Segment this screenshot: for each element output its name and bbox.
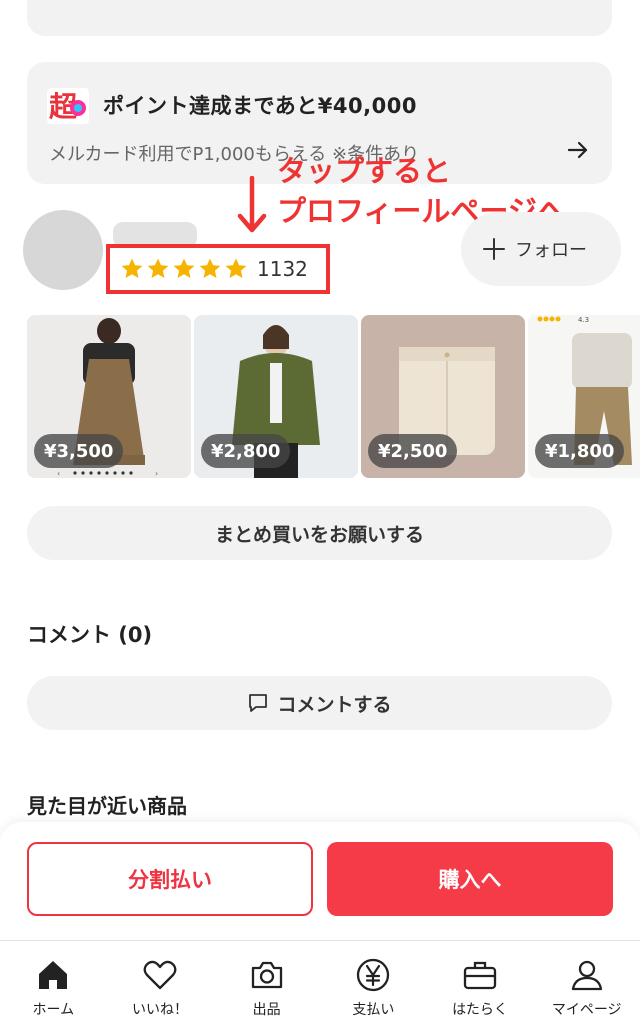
item-thumbnail[interactable]: ¥2,500 — [361, 315, 525, 478]
points-promo-title: ポイント達成まであと¥40,000 — [103, 94, 417, 118]
item-price-badge: ¥2,500 — [368, 434, 458, 468]
svg-text:‹: ‹ — [57, 469, 60, 478]
tab-payment[interactable]: 支払い — [320, 941, 427, 1027]
briefcase-icon — [463, 961, 497, 990]
seller-rating-stars — [120, 257, 248, 281]
follow-button[interactable]: フォロー — [461, 212, 621, 286]
item-thumbnail[interactable]: ‹ › ¥3,500 — [27, 315, 191, 478]
arrow-right-icon — [567, 141, 588, 159]
thumb-rating-text: 4.3 — [578, 316, 589, 324]
split-payment-button[interactable]: 分割払い — [27, 842, 313, 916]
add-comment-label: コメントする — [277, 693, 392, 716]
star-icon — [225, 258, 247, 278]
seller-rating-count: 1132 — [257, 257, 308, 281]
svg-text:›: › — [155, 469, 158, 478]
similar-items-heading: 見た目が近い商品 — [27, 794, 187, 818]
comments-heading: コメント (0) — [27, 623, 153, 647]
star-icon — [147, 258, 169, 278]
bottom-tab-bar: ホーム いいね！ 出品 支払い はたらく マイページ — [0, 940, 640, 1027]
super-campaign-logo: 超 — [47, 88, 89, 124]
bulk-request-button[interactable]: まとめ買いをお願いする — [27, 506, 612, 560]
heart-icon — [143, 960, 177, 990]
tab-label: マイページ — [551, 1002, 622, 1018]
tab-label: 支払い — [352, 1002, 395, 1018]
seller-avatar[interactable] — [23, 210, 103, 290]
item-thumbnail[interactable]: ¥2,800 — [194, 315, 358, 478]
tab-label: ホーム — [32, 1002, 75, 1018]
camera-icon — [251, 961, 282, 989]
annotation-arrow-icon — [237, 176, 267, 233]
yen-icon — [357, 958, 390, 992]
annotation-line-1: タップすると — [277, 154, 452, 188]
previous-section-pill[interactable] — [27, 0, 612, 36]
tab-label: いいね！ — [132, 1002, 188, 1018]
home-icon — [39, 961, 68, 989]
purchase-action-bar: 分割払い 購入へ — [0, 822, 640, 940]
item-price-badge: ¥1,800 — [535, 434, 625, 468]
star-icon — [121, 258, 143, 278]
tab-work[interactable]: はたらく — [427, 941, 534, 1027]
seller-items-carousel[interactable]: ‹ › ¥3,500 ¥2,800 ¥2,500 4.3 ¥1,800 — [27, 315, 640, 480]
star-icon — [173, 258, 195, 278]
item-price-badge: ¥3,500 — [34, 434, 124, 468]
tab-label: はたらく — [452, 1002, 508, 1018]
comment-icon — [249, 694, 268, 712]
follow-label: フォロー — [515, 240, 587, 261]
plus-icon — [483, 238, 505, 260]
tab-home[interactable]: ホーム — [0, 941, 107, 1027]
item-thumbnail[interactable]: 4.3 ¥1,800 — [528, 315, 640, 478]
add-comment-button[interactable]: コメントする — [27, 676, 612, 730]
tab-label: 出品 — [252, 1002, 281, 1018]
star-icon — [199, 258, 221, 278]
tab-mypage[interactable]: マイページ — [533, 941, 640, 1027]
person-icon — [571, 960, 602, 991]
tab-sell[interactable]: 出品 — [213, 941, 320, 1027]
buy-button[interactable]: 購入へ — [327, 842, 613, 916]
tab-likes[interactable]: いいね！ — [107, 941, 214, 1027]
item-price-badge: ¥2,800 — [201, 434, 291, 468]
seller-rating-highlight[interactable]: 1132 — [106, 244, 330, 294]
